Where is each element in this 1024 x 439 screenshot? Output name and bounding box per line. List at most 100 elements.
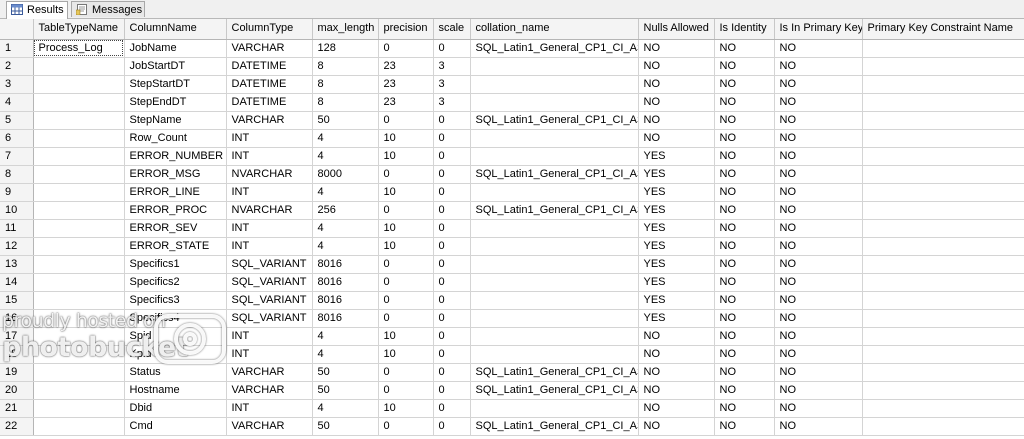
is-in-primary-key-cell[interactable]: NO bbox=[774, 165, 863, 184]
max-length-cell[interactable]: 50 bbox=[312, 381, 379, 400]
scale-cell[interactable]: 0 bbox=[433, 273, 471, 292]
precision-cell[interactable]: 0 bbox=[378, 291, 434, 310]
table-row[interactable]: 3 StepStartDT DATETIME 8 23 3 NO NO NO bbox=[0, 75, 1024, 94]
table-row[interactable]: 7 ERROR_NUMBER INT 4 10 0 YES NO NO bbox=[0, 147, 1024, 166]
column-type-cell[interactable]: DATETIME bbox=[226, 75, 313, 94]
primary-key-constraint-name-cell[interactable] bbox=[862, 75, 1024, 94]
scale-cell[interactable]: 0 bbox=[433, 291, 471, 310]
is-in-primary-key-cell[interactable]: NO bbox=[774, 345, 863, 364]
column-name-cell[interactable]: StepName bbox=[124, 111, 227, 130]
collation-name-cell[interactable]: SQL_Latin1_General_CP1_CI_AS bbox=[470, 39, 639, 58]
is-in-primary-key-cell[interactable]: NO bbox=[774, 147, 863, 166]
scale-cell[interactable]: 0 bbox=[433, 345, 471, 364]
scale-cell[interactable]: 0 bbox=[433, 399, 471, 418]
primary-key-constraint-name-cell[interactable] bbox=[862, 381, 1024, 400]
column-name-cell[interactable]: Kpid bbox=[124, 345, 227, 364]
primary-key-constraint-name-cell[interactable] bbox=[862, 399, 1024, 418]
column-name-cell[interactable]: Specifics2 bbox=[124, 273, 227, 292]
column-name-cell[interactable]: Spid bbox=[124, 327, 227, 346]
is-in-primary-key-cell[interactable]: NO bbox=[774, 111, 863, 130]
is-identity-cell[interactable]: NO bbox=[714, 381, 775, 400]
column-name-cell[interactable]: Status bbox=[124, 363, 227, 382]
max-length-cell[interactable]: 50 bbox=[312, 111, 379, 130]
row-number[interactable]: 4 bbox=[0, 93, 34, 112]
precision-cell[interactable]: 0 bbox=[378, 363, 434, 382]
row-number[interactable]: 14 bbox=[0, 273, 34, 292]
max-length-cell[interactable]: 4 bbox=[312, 219, 379, 238]
column-header[interactable]: Primary Key Constraint Name bbox=[862, 19, 1024, 40]
scale-cell[interactable]: 3 bbox=[433, 57, 471, 76]
is-in-primary-key-cell[interactable]: NO bbox=[774, 309, 863, 328]
is-identity-cell[interactable]: NO bbox=[714, 399, 775, 418]
is-identity-cell[interactable]: NO bbox=[714, 39, 775, 58]
scale-cell[interactable]: 0 bbox=[433, 111, 471, 130]
column-type-cell[interactable]: VARCHAR bbox=[226, 417, 313, 436]
precision-cell[interactable]: 0 bbox=[378, 273, 434, 292]
table-row[interactable]: 22 Cmd VARCHAR 50 0 0 SQL_Latin1_General_CP1_C… bbox=[0, 417, 1024, 436]
collation-name-cell[interactable] bbox=[470, 57, 639, 76]
is-in-primary-key-cell[interactable]: NO bbox=[774, 57, 863, 76]
primary-key-constraint-name-cell[interactable] bbox=[862, 417, 1024, 436]
nulls-allowed-cell[interactable]: YES bbox=[638, 237, 715, 256]
collation-name-cell[interactable] bbox=[470, 273, 639, 292]
column-type-cell[interactable]: VARCHAR bbox=[226, 381, 313, 400]
max-length-cell[interactable]: 4 bbox=[312, 237, 379, 256]
nulls-allowed-cell[interactable]: YES bbox=[638, 147, 715, 166]
is-in-primary-key-cell[interactable]: NO bbox=[774, 381, 863, 400]
row-number[interactable]: 18 bbox=[0, 345, 34, 364]
column-name-cell[interactable]: StepStartDT bbox=[124, 75, 227, 94]
is-identity-cell[interactable]: NO bbox=[714, 417, 775, 436]
column-name-cell[interactable]: ERROR_STATE bbox=[124, 237, 227, 256]
is-in-primary-key-cell[interactable]: NO bbox=[774, 219, 863, 238]
column-type-cell[interactable]: SQL_VARIANT bbox=[226, 255, 313, 274]
precision-cell[interactable]: 10 bbox=[378, 327, 434, 346]
collation-name-cell[interactable]: SQL_Latin1_General_CP1_CI_AS bbox=[470, 111, 639, 130]
table-type-name-cell[interactable] bbox=[33, 327, 125, 346]
column-name-cell[interactable]: StepEndDT bbox=[124, 93, 227, 112]
table-type-name-cell[interactable] bbox=[33, 129, 125, 148]
column-type-cell[interactable]: SQL_VARIANT bbox=[226, 273, 313, 292]
precision-cell[interactable]: 0 bbox=[378, 165, 434, 184]
column-type-cell[interactable]: NVARCHAR bbox=[226, 201, 313, 220]
table-row[interactable]: 11 ERROR_SEV INT 4 10 0 YES NO NO bbox=[0, 219, 1024, 238]
table-type-name-cell[interactable] bbox=[33, 147, 125, 166]
is-in-primary-key-cell[interactable]: NO bbox=[774, 201, 863, 220]
row-number[interactable]: 8 bbox=[0, 165, 34, 184]
precision-cell[interactable]: 0 bbox=[378, 417, 434, 436]
column-name-cell[interactable]: JobName bbox=[124, 39, 227, 58]
table-type-name-cell[interactable] bbox=[33, 291, 125, 310]
row-number[interactable]: 12 bbox=[0, 237, 34, 256]
row-number[interactable]: 9 bbox=[0, 183, 34, 202]
is-identity-cell[interactable]: NO bbox=[714, 309, 775, 328]
collation-name-cell[interactable]: SQL_Latin1_General_CP1_CI_AS bbox=[470, 417, 639, 436]
column-name-cell[interactable]: Cmd bbox=[124, 417, 227, 436]
column-header[interactable]: collation_name bbox=[470, 19, 639, 40]
nulls-allowed-cell[interactable]: NO bbox=[638, 327, 715, 346]
nulls-allowed-cell[interactable]: NO bbox=[638, 381, 715, 400]
nulls-allowed-cell[interactable]: NO bbox=[638, 111, 715, 130]
collation-name-cell[interactable] bbox=[470, 345, 639, 364]
collation-name-cell[interactable] bbox=[470, 183, 639, 202]
column-header[interactable]: Nulls Allowed bbox=[638, 19, 715, 40]
collation-name-cell[interactable] bbox=[470, 93, 639, 112]
column-header[interactable]: ColumnName bbox=[124, 19, 227, 40]
column-name-cell[interactable]: Specifics3 bbox=[124, 291, 227, 310]
column-type-cell[interactable]: DATETIME bbox=[226, 93, 313, 112]
column-type-cell[interactable]: VARCHAR bbox=[226, 363, 313, 382]
precision-cell[interactable]: 23 bbox=[378, 57, 434, 76]
nulls-allowed-cell[interactable]: YES bbox=[638, 255, 715, 274]
column-header[interactable]: max_length bbox=[312, 19, 379, 40]
precision-cell[interactable]: 23 bbox=[378, 75, 434, 94]
column-header[interactable]: Is Identity bbox=[714, 19, 775, 40]
row-number[interactable]: 17 bbox=[0, 327, 34, 346]
precision-cell[interactable]: 0 bbox=[378, 381, 434, 400]
collation-name-cell[interactable] bbox=[470, 399, 639, 418]
max-length-cell[interactable]: 4 bbox=[312, 327, 379, 346]
tab-messages[interactable]: Messages bbox=[71, 1, 145, 17]
collation-name-cell[interactable] bbox=[470, 309, 639, 328]
collation-name-cell[interactable]: SQL_Latin1_General_CP1_CI_AS bbox=[470, 381, 639, 400]
table-type-name-cell[interactable] bbox=[33, 255, 125, 274]
column-type-cell[interactable]: DATETIME bbox=[226, 57, 313, 76]
row-number[interactable]: 15 bbox=[0, 291, 34, 310]
primary-key-constraint-name-cell[interactable] bbox=[862, 111, 1024, 130]
